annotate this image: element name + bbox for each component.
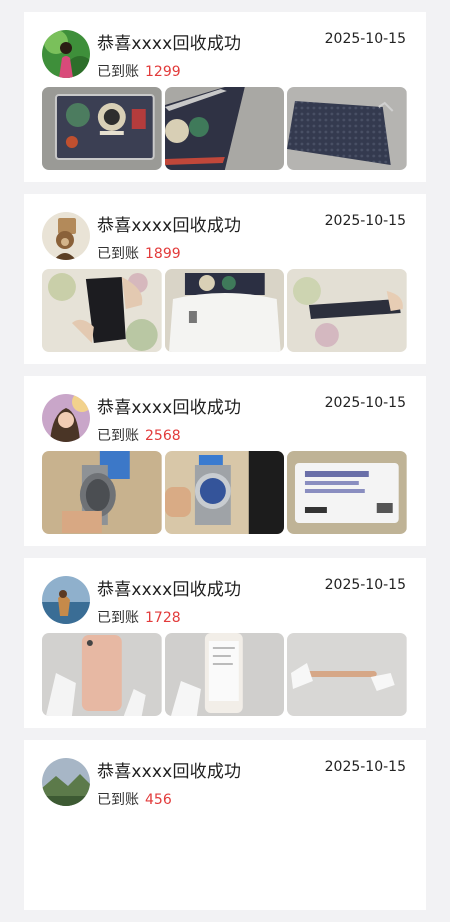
- paid-row: 已到账 1899: [97, 243, 181, 263]
- avatar[interactable]: [42, 30, 90, 78]
- wallet-open-photo[interactable]: [164, 87, 285, 170]
- wallet-front-photo[interactable]: [42, 87, 162, 170]
- photo-strip: [42, 269, 408, 352]
- card-date: 2025-10-15: [324, 759, 406, 775]
- avatar[interactable]: [42, 212, 90, 260]
- wallet-inside-photo[interactable]: [42, 269, 162, 352]
- avatar[interactable]: [42, 758, 90, 806]
- paid-amount: 456: [145, 792, 172, 808]
- recycle-card[interactable]: 恭喜xxxx回收成功 2025-10-15 已到账 1899: [24, 194, 426, 364]
- warranty-card-photo[interactable]: [287, 451, 408, 534]
- card-date: 2025-10-15: [324, 31, 406, 47]
- paid-label: 已到账: [97, 64, 139, 80]
- paid-amount: 1899: [145, 246, 181, 262]
- card-title: 恭喜xxxx回收成功: [97, 34, 242, 54]
- avatar[interactable]: [42, 394, 90, 442]
- paid-amount: 1299: [145, 64, 181, 80]
- paid-amount: 1728: [145, 610, 181, 626]
- avatar-beach-photo-icon: [42, 576, 90, 624]
- photo-strip: [42, 633, 408, 716]
- paid-row: 已到账 2568: [97, 425, 181, 445]
- recycle-card[interactable]: 恭喜xxxx回收成功 2025-10-15 已到账 456: [24, 740, 426, 910]
- paid-label: 已到账: [97, 792, 139, 808]
- card-title: 恭喜xxxx回收成功: [97, 216, 242, 236]
- wallet-back-photo[interactable]: [287, 87, 408, 170]
- paid-amount: 2568: [145, 428, 181, 444]
- paid-label: 已到账: [97, 246, 139, 262]
- photo-strip: [42, 451, 408, 534]
- phone-front-photo[interactable]: [164, 633, 285, 716]
- card-date: 2025-10-15: [324, 395, 406, 411]
- paid-row: 已到账 456: [97, 789, 172, 809]
- avatar[interactable]: [42, 576, 90, 624]
- recycle-card[interactable]: 恭喜xxxx回收成功 2025-10-15 已到账 2568: [24, 376, 426, 546]
- paid-label: 已到账: [97, 610, 139, 626]
- watch-face-photo[interactable]: [164, 451, 285, 534]
- recycle-feed: 恭喜xxxx回收成功 2025-10-15 已到账 1299 恭喜xxxx回收成…: [24, 12, 426, 922]
- wallet-zip-photo[interactable]: [287, 269, 408, 352]
- phone-edge-photo[interactable]: [287, 633, 408, 716]
- avatar-bear-photo-icon: [42, 212, 90, 260]
- avatar-girl-photo-icon: [42, 394, 90, 442]
- avatar-green-photo-icon: [42, 30, 90, 78]
- card-title: 恭喜xxxx回收成功: [97, 580, 242, 600]
- recycle-card[interactable]: 恭喜xxxx回收成功 2025-10-15 已到账 1299: [24, 12, 426, 182]
- watch-side-photo[interactable]: [42, 451, 162, 534]
- paid-row: 已到账 1728: [97, 607, 181, 627]
- card-title: 恭喜xxxx回收成功: [97, 398, 242, 418]
- photo-strip: [42, 87, 408, 170]
- card-date: 2025-10-15: [324, 213, 406, 229]
- paid-label: 已到账: [97, 428, 139, 444]
- dustbag-photo[interactable]: [164, 269, 285, 352]
- card-title: 恭喜xxxx回收成功: [97, 762, 242, 782]
- card-date: 2025-10-15: [324, 577, 406, 593]
- avatar-landscape-photo-icon: [42, 758, 90, 806]
- paid-row: 已到账 1299: [97, 61, 181, 81]
- phone-back-photo[interactable]: [42, 633, 162, 716]
- recycle-card[interactable]: 恭喜xxxx回收成功 2025-10-15 已到账 1728: [24, 558, 426, 728]
